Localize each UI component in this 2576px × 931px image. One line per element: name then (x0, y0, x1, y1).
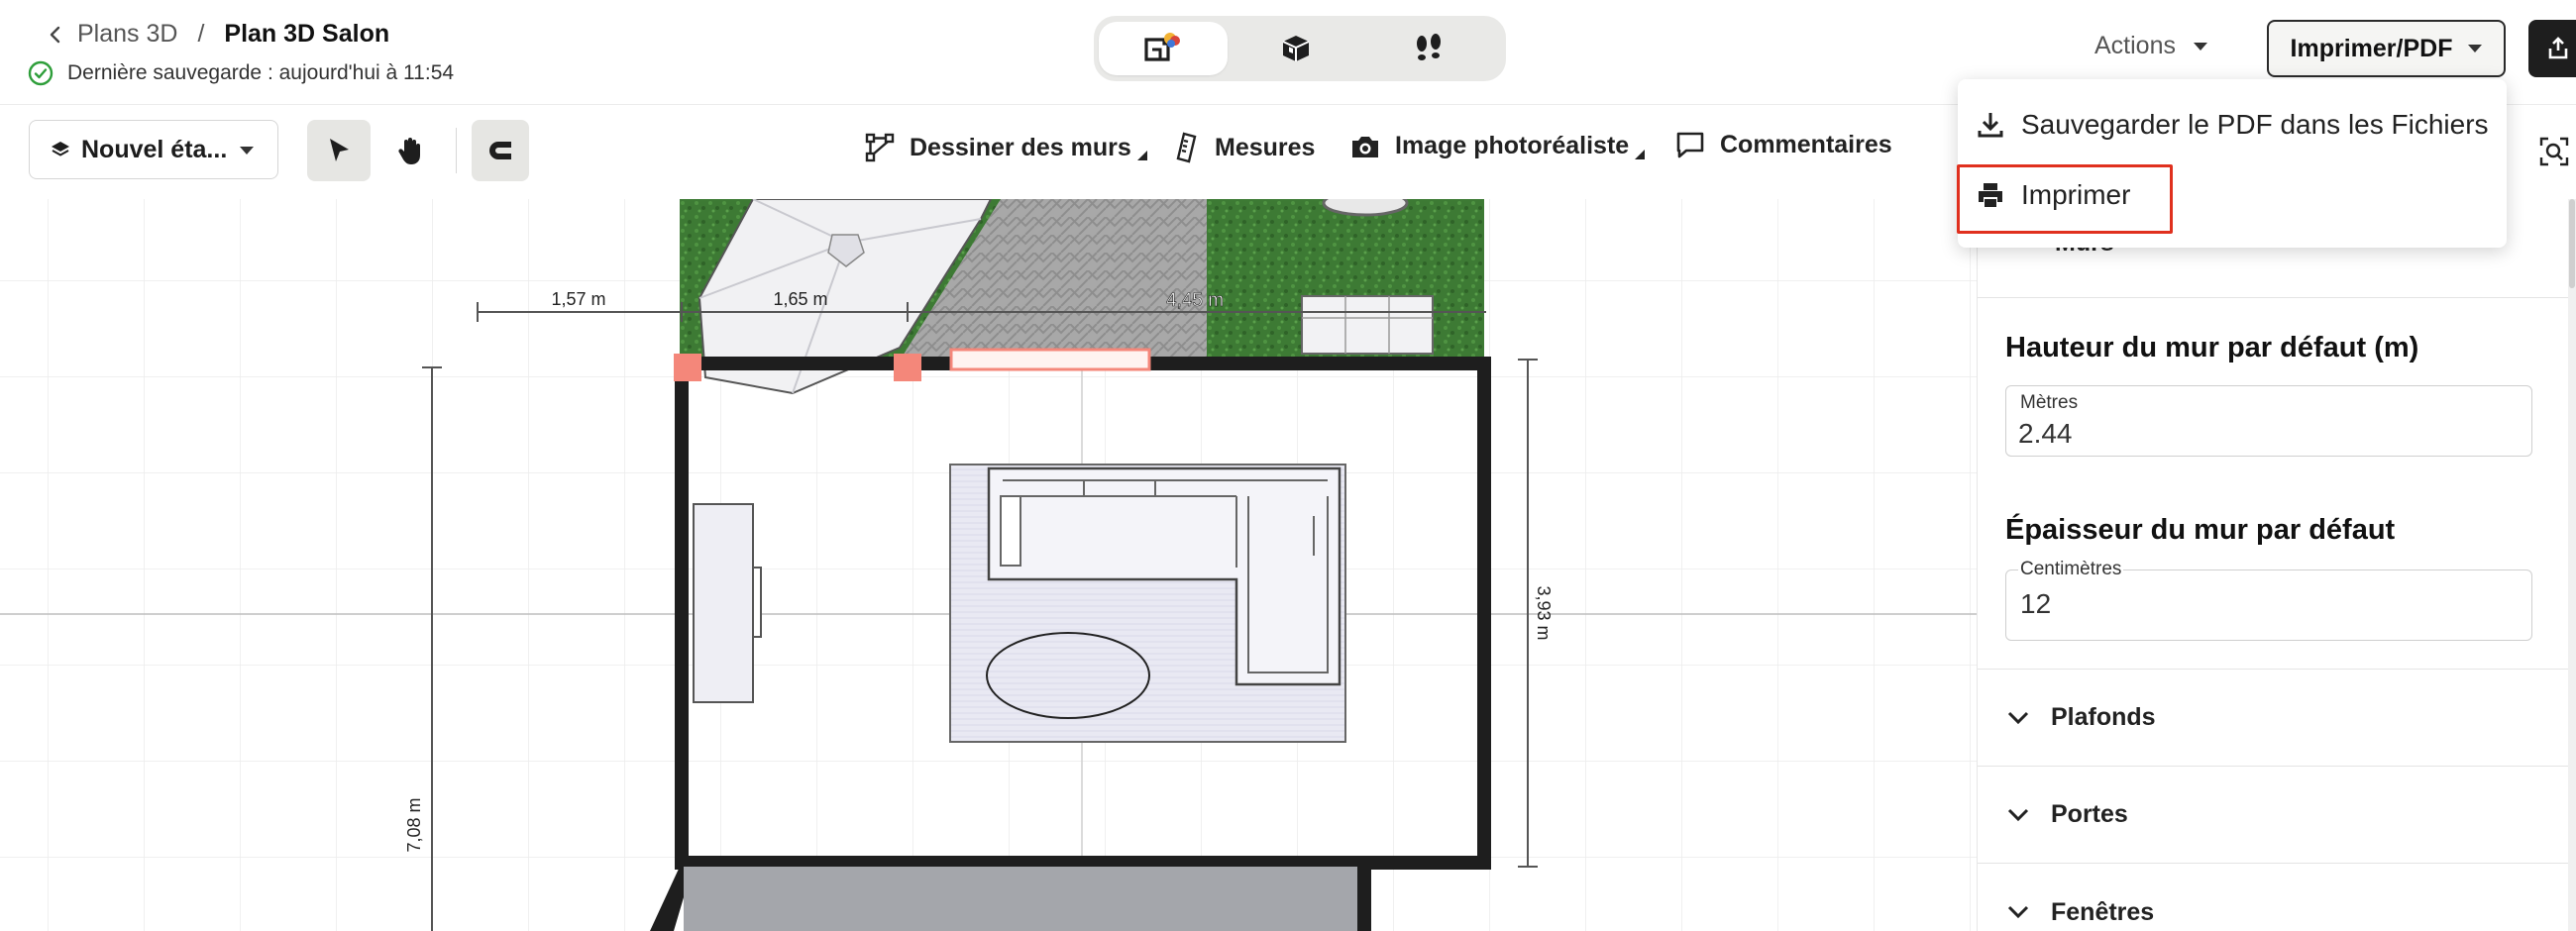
draw-walls-tool[interactable]: Dessiner des murs (864, 132, 1147, 163)
actions-label: Actions (2094, 32, 2176, 59)
level-select[interactable]: Nouvel éta... (29, 120, 278, 179)
comments-tool[interactable]: Commentaires (1674, 130, 1892, 159)
breadcrumb: Plans 3D / Plan 3D Salon (44, 20, 389, 49)
wall-height-title: Hauteur du mur par défaut (m) (2005, 332, 2419, 363)
windows-accordion[interactable]: Fenêtres (1978, 864, 2576, 931)
floor-plan-drawing[interactable]: 1,57 m 1,65 m 4,45 m 3,93 m 7,08 m (0, 199, 1977, 931)
wall-height-input[interactable]: Mètres 2.44 (2005, 385, 2532, 457)
printer-icon (1979, 183, 2002, 207)
toolbar-divider (456, 128, 457, 173)
download-icon (1978, 113, 2003, 138)
draw-walls-icon (865, 133, 895, 162)
zoom-fit-button[interactable] (2538, 136, 2570, 172)
scrollbar-thumb[interactable] (2569, 199, 2575, 288)
walkthrough-button[interactable] (1364, 22, 1493, 75)
chevron-down-icon (2007, 711, 2029, 724)
dimension-label: 1,57 m (551, 289, 605, 309)
submenu-indicator-icon (1635, 149, 1646, 159)
wall-thickness-input[interactable]: Centimètres 12 (2005, 559, 2532, 641)
windows-label: Fenêtres (2051, 897, 2155, 926)
submenu-indicator-icon (1136, 151, 1147, 160)
breadcrumb-separator: / (197, 20, 205, 48)
wall-height-unit: Mètres (2018, 392, 2081, 414)
view-3d-button[interactable] (1232, 22, 1360, 75)
pan-tool-button[interactable] (378, 120, 442, 181)
snap-toggle-button[interactable] (472, 120, 529, 181)
measures-tool[interactable]: Mesures (1175, 132, 1315, 163)
panel-scrollbar[interactable] (2568, 199, 2576, 931)
chevron-down-icon (2007, 808, 2029, 821)
level-select-label: Nouvel éta... (81, 135, 228, 163)
caret-down-icon (2193, 42, 2207, 51)
magnet-icon (489, 142, 511, 159)
print-pdf-label: Imprimer/PDF (2290, 34, 2453, 62)
measures-label: Mesures (1215, 133, 1316, 161)
caret-down-icon (2468, 45, 2483, 52)
menu-item-label: Sauvegarder le PDF dans les Fichiers (2021, 109, 2489, 140)
dimension-label: 4,45 m (1166, 290, 1224, 311)
chevron-left-icon[interactable] (44, 23, 67, 47)
save-status-text: Dernière sauvegarde : aujourd'hui à 11:5… (67, 61, 455, 84)
3d-view-icon (1282, 36, 1310, 61)
dimension-label: 3,93 m (1534, 585, 1554, 640)
menu-item-print[interactable]: Imprimer (1958, 170, 2507, 220)
ceilings-accordion[interactable]: Plafonds (1978, 670, 2576, 767)
draw-walls-label: Dessiner des murs (910, 133, 1131, 161)
camera-icon (1352, 136, 1378, 157)
layers-icon (52, 142, 69, 156)
planter[interactable] (1322, 199, 1409, 217)
wall-thickness-value: 12 (2020, 588, 2052, 619)
hand-icon (398, 138, 420, 164)
print-pdf-button[interactable]: Imprimer/PDF (2267, 20, 2506, 77)
comment-icon (1676, 132, 1704, 158)
breadcrumb-back-link[interactable]: Plans 3D (77, 20, 177, 49)
caret-down-icon (240, 147, 254, 155)
menu-item-label: Imprimer (2021, 179, 2131, 210)
select-tool-button[interactable] (307, 120, 371, 181)
wall-handle[interactable] (674, 354, 701, 381)
wall-thickness-title: Épaisseur du mur par défaut (2005, 514, 2396, 546)
wall-thickness-unit: Centimètres (2018, 559, 2124, 580)
ceilings-label: Plafonds (2051, 703, 2156, 731)
properties-panel: Murs Hauteur du mur par défaut (m) Mètre… (1977, 199, 2576, 931)
check-circle-icon (28, 60, 54, 86)
actions-menu-button[interactable]: Actions (2094, 32, 2207, 60)
view-2d-button[interactable] (1099, 22, 1228, 75)
zoom-frame-icon (2539, 137, 2569, 166)
walkthrough-icon (1417, 34, 1441, 60)
terrace[interactable] (684, 867, 1357, 931)
print-pdf-menu: Sauvegarder le PDF dans les Fichiers Imp… (1958, 79, 2507, 248)
menu-item-save-pdf[interactable]: Sauvegarder le PDF dans les Fichiers (1958, 101, 2507, 149)
project-title[interactable]: Plan 3D Salon (224, 20, 389, 49)
view-mode-switch (1094, 16, 1506, 81)
outdoor-bench[interactable] (1301, 295, 1434, 355)
doors-label: Portes (2051, 800, 2128, 828)
dimension-label: 1,65 m (773, 289, 827, 309)
floor-plan-canvas[interactable]: 1,57 m 1,65 m 4,45 m 3,93 m 7,08 m (0, 199, 1977, 931)
ruler-icon (1176, 132, 1197, 163)
photoreal-image-label: Image photoréaliste (1395, 132, 1630, 159)
selected-wall-segment[interactable] (949, 348, 1151, 371)
dimension-label: 7,08 m (404, 797, 424, 852)
cursor-arrow-icon (330, 139, 349, 161)
export-icon (2548, 37, 2568, 59)
wall-height-value: 2.44 (2018, 418, 2073, 449)
export-button[interactable] (2528, 20, 2576, 77)
comments-label: Commentaires (1720, 130, 1892, 158)
wall-handle[interactable] (894, 354, 921, 381)
chevron-down-icon (2007, 905, 2029, 919)
doors-accordion[interactable]: Portes (1978, 767, 2576, 864)
2d-view-icon (1144, 33, 1180, 61)
save-status: Dernière sauvegarde : aujourd'hui à 11:5… (28, 60, 454, 86)
side-cabinet[interactable] (693, 503, 754, 703)
photoreal-image-tool[interactable]: Image photoréaliste (1349, 132, 1646, 160)
